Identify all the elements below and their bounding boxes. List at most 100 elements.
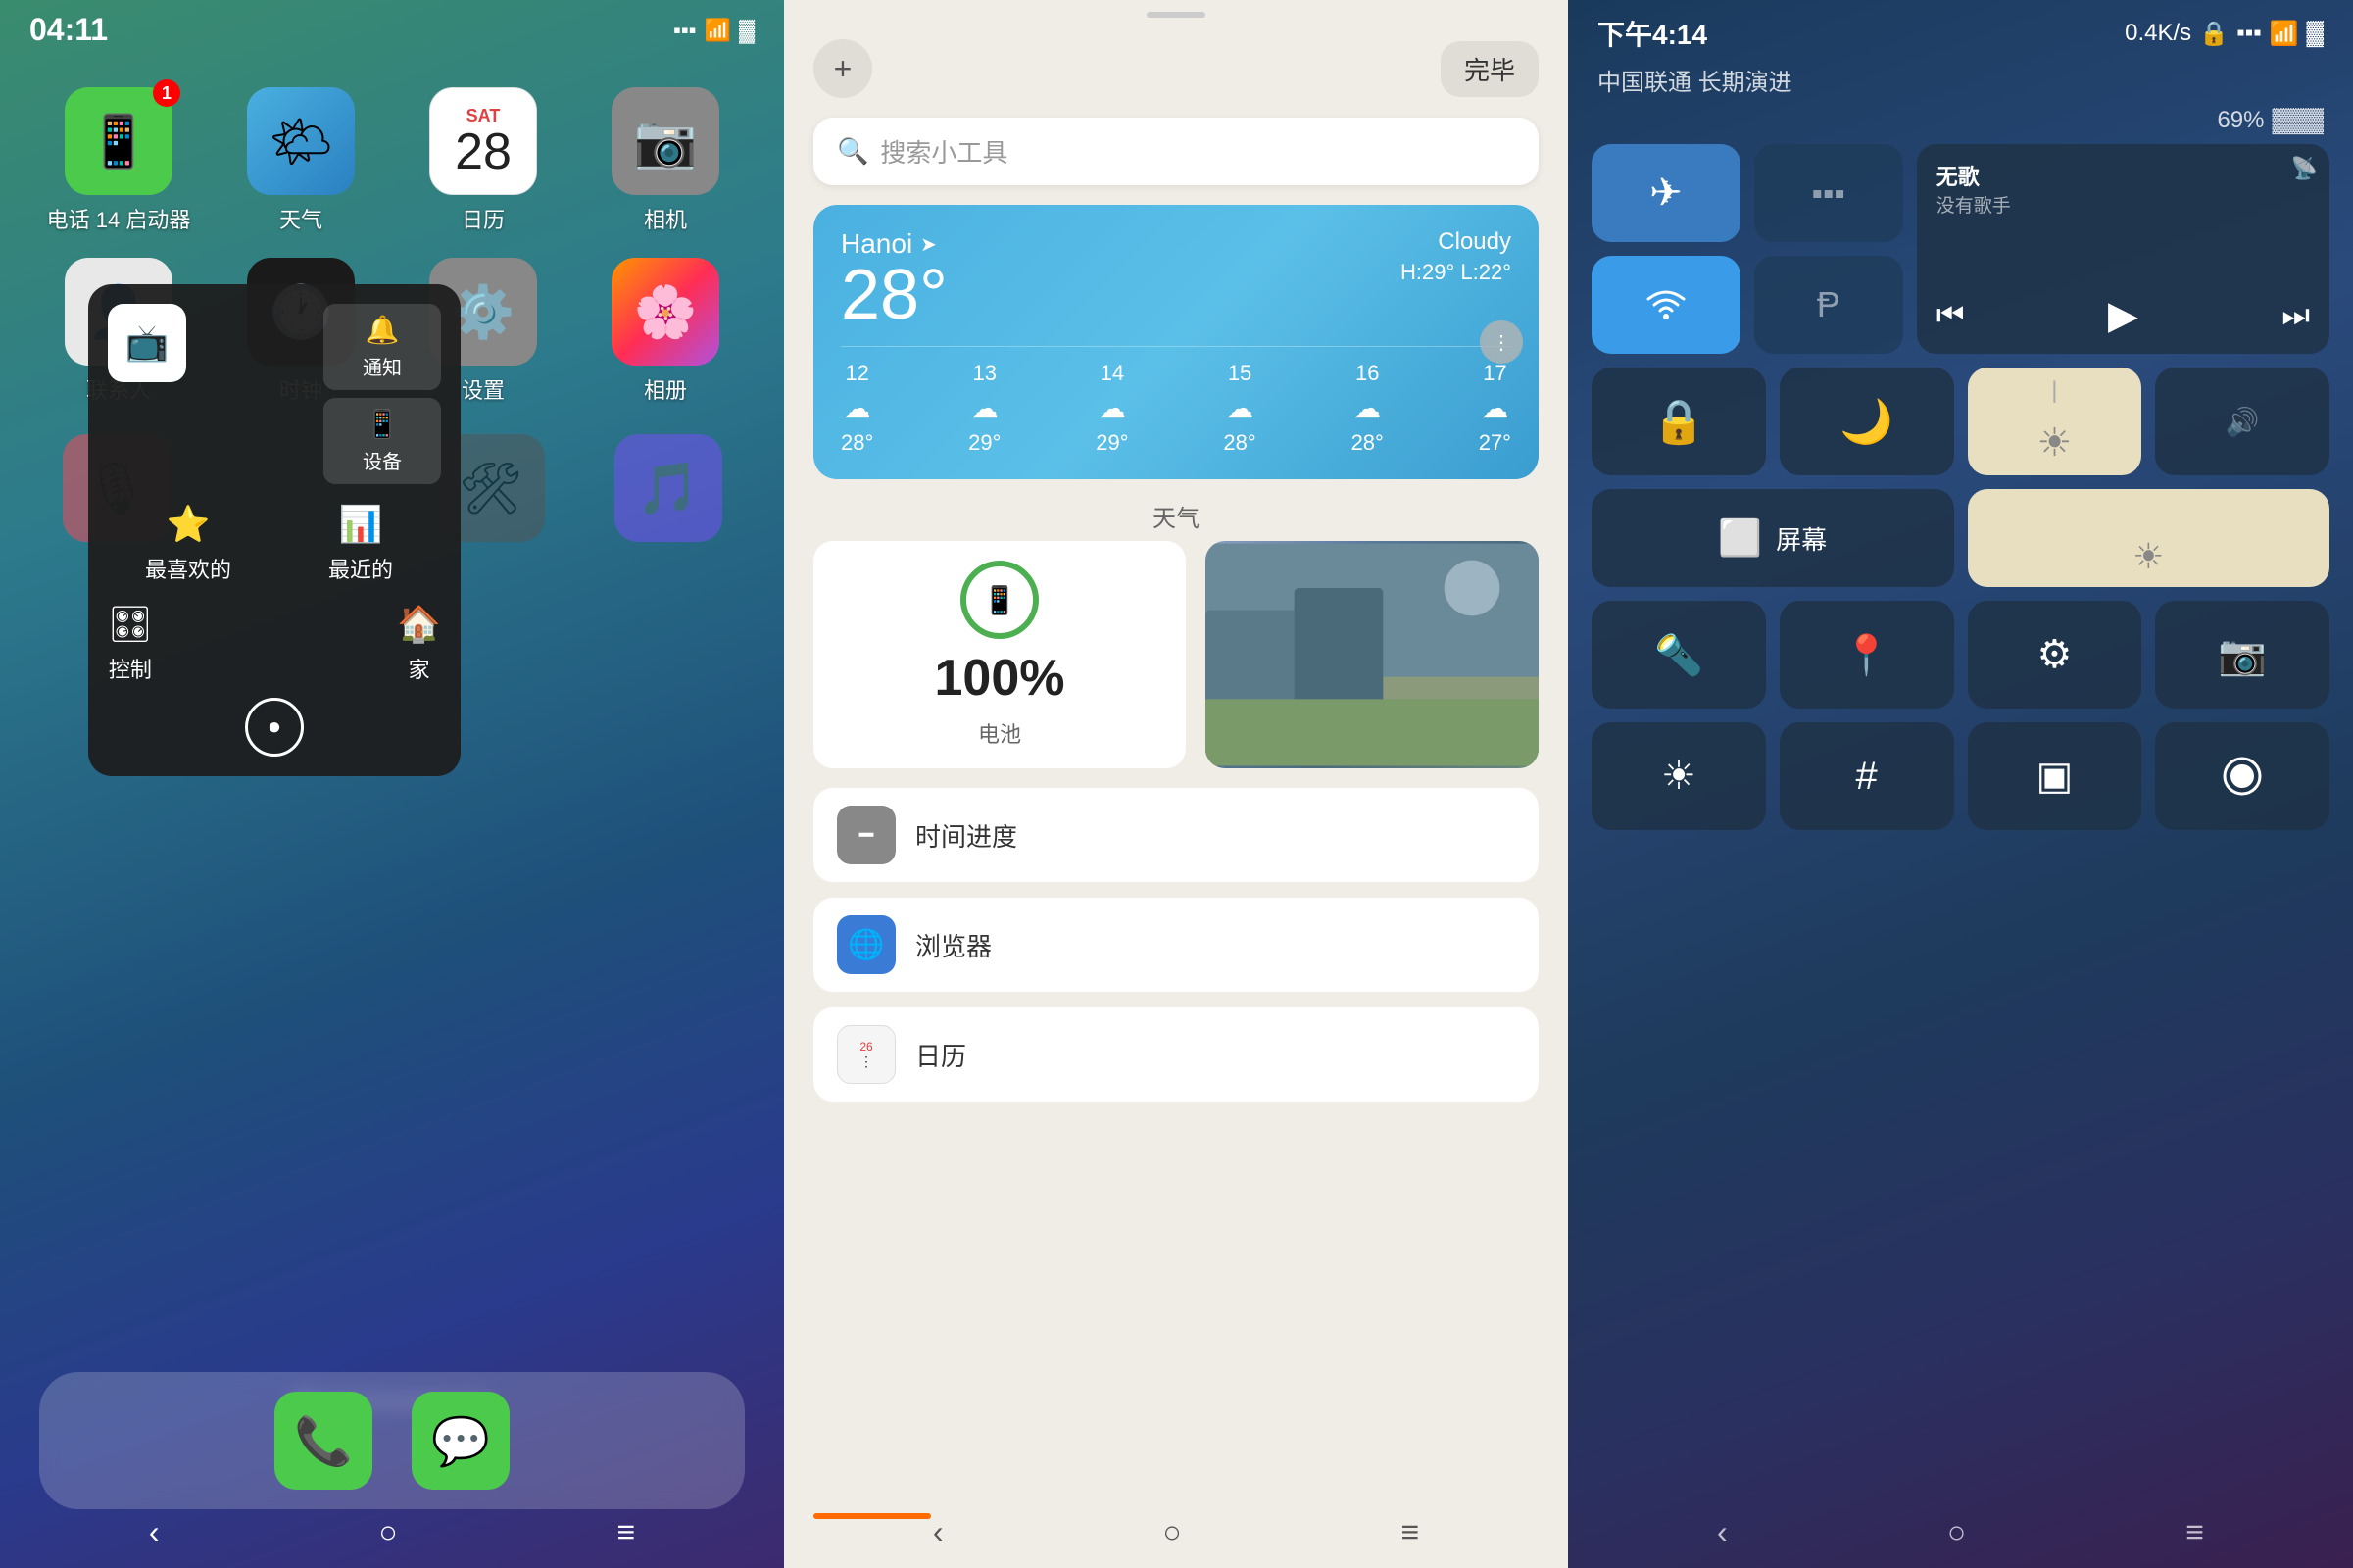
search-bar[interactable]: 🔍 搜索小工具 — [813, 118, 1539, 185]
recent-item[interactable]: 📊 最近的 — [280, 504, 441, 584]
calendar-widget: 26 ⋮ 日历 — [813, 1007, 1539, 1102]
time-progress-label: 时间进度 — [915, 817, 1017, 854]
app-weather[interactable]: 🌤 天气 — [221, 87, 380, 234]
weather-drag-handle[interactable]: ⋮ — [1480, 320, 1523, 364]
home-btn[interactable]: ○ — [378, 1514, 397, 1550]
prev-btn[interactable]: ⏮ — [1936, 297, 1965, 334]
app-camera[interactable]: 📷 相机 — [586, 87, 745, 234]
weather-section-label: 天气 — [813, 499, 1539, 533]
wifi-btn[interactable] — [1592, 256, 1740, 354]
next-btn[interactable]: ⏭ — [2281, 297, 2310, 334]
volume-control[interactable]: 🔊 — [2155, 368, 2329, 475]
widget-top-bar: + 完毕 — [784, 20, 1568, 118]
add-widget-btn[interactable]: + — [813, 39, 872, 98]
p2-home-btn[interactable]: ○ — [1162, 1514, 1181, 1550]
menu-btn[interactable]: ≡ — [616, 1514, 635, 1550]
flashlight-icon: 🔦 — [1654, 632, 1703, 678]
app-phone[interactable]: 📱 1 电话 14 启动器 — [39, 87, 198, 234]
bluetooth-btn[interactable]: Ᵽ — [1754, 256, 1903, 354]
music-subtitle: 没有歌手 — [1936, 191, 2310, 218]
context-app-icon: 📺 — [108, 304, 186, 382]
lock-rotation-icon: 🔒 — [1651, 396, 1705, 447]
favorite-item[interactable]: ⭐ 最喜欢的 — [108, 504, 269, 584]
weather-icon[interactable]: 🌤 — [247, 87, 355, 195]
cc-bottom-row2: ☀ # ▣ — [1568, 722, 2353, 830]
app-row3-4[interactable]: 🎵 — [591, 434, 745, 542]
screen-record-btn[interactable]: ▣ — [1968, 722, 2142, 830]
phone-badge: 1 — [153, 79, 180, 107]
music-box: 📡 无歌 没有歌手 ⏮ ▶ ⏭ — [1917, 144, 2329, 354]
control-label: 控制 — [109, 653, 152, 684]
control-item[interactable]: 🎛 控制 — [108, 604, 153, 684]
p3-menu-btn[interactable]: ≡ — [2185, 1514, 2204, 1550]
weather-condition: Cloudy — [1400, 228, 1511, 256]
location-btn[interactable]: 📍 — [1780, 601, 1954, 709]
calendar-icon[interactable]: SAT 28 — [429, 87, 537, 195]
dock-messages[interactable]: 💬 — [412, 1392, 510, 1490]
lock-rotation-btn[interactable]: 🔒 — [1592, 368, 1766, 475]
cc-network-group: ✈ ▪▪▪ Ᵽ — [1592, 144, 1903, 354]
calculator-btn[interactable]: # — [1780, 722, 1954, 830]
airplane-btn[interactable]: ✈ — [1592, 144, 1740, 242]
notification-btn[interactable]: 🔔 通知 — [323, 304, 441, 390]
brightness-slider[interactable]: | ☀ — [1968, 368, 2142, 475]
airplay-btn[interactable]: 📡 — [2291, 156, 2318, 181]
control-icon: 🎛 — [108, 604, 153, 645]
record-icon — [2221, 755, 2264, 798]
recent-label: 最近的 — [328, 553, 393, 584]
p3-home-btn[interactable]: ○ — [1947, 1514, 1966, 1550]
weather-forecast: 12☁28° 13☁29° 14☁29° 15☁28° 16☁28° 17☁27… — [841, 346, 1511, 456]
p3-lock-icon: 🔒 — [2199, 20, 2229, 48]
p2-menu-btn[interactable]: ≡ — [1400, 1514, 1419, 1550]
cellular-btn[interactable]: ▪▪▪ — [1754, 144, 1903, 242]
flashlight-btn[interactable]: 🔦 — [1592, 601, 1766, 709]
search-icon: 🔍 — [837, 136, 868, 167]
mirror-label: 屏幕 — [1776, 520, 1827, 557]
p3-signal-icon: ▪▪▪ — [2236, 20, 2262, 47]
small-widget-row: 📱 100% 电池 相片 — [813, 541, 1539, 768]
play-btn[interactable]: ▶ — [2108, 293, 2138, 338]
dock-phone[interactable]: 📞 — [274, 1392, 372, 1490]
battery-label: 电池 — [978, 717, 1021, 749]
gear-btn[interactable]: ⚙ — [1968, 601, 2142, 709]
forecast-15: 15☁28° — [1223, 361, 1255, 456]
p3-back-btn[interactable]: ‹ — [1717, 1514, 1728, 1550]
status-bar-panel3: 下午4:14 0.4K/s 🔒 ▪▪▪ 📶 ▓ — [1568, 0, 2353, 53]
forecast-17: 17☁27° — [1479, 361, 1511, 456]
camera-icon[interactable]: 📷 — [612, 87, 719, 195]
home-circle-btn[interactable]: ● — [245, 698, 304, 757]
camera-btn[interactable]: 📷 — [2155, 601, 2329, 709]
back-btn[interactable]: ‹ — [149, 1514, 160, 1550]
wifi-icon: 📶 — [705, 18, 731, 43]
signal-icon: ▪▪▪ — [673, 18, 696, 43]
time-progress-widget: ━ 时间进度 — [813, 788, 1539, 882]
home-item[interactable]: 🏠 家 — [397, 604, 441, 684]
volume-icon: 🔊 — [2226, 406, 2260, 438]
recent-icon: 📊 — [339, 504, 383, 545]
dock: 📞 💬 — [39, 1372, 745, 1509]
record-btn[interactable] — [2155, 722, 2329, 830]
battery-ring: 📱 — [960, 561, 1039, 639]
screen-mirror-btn[interactable]: ⬜ 屏幕 — [1592, 489, 1954, 587]
cal-day: 28 — [455, 126, 512, 177]
done-btn[interactable]: 完毕 — [1441, 41, 1539, 97]
nav-bar-panel2: ‹ ○ ≡ — [784, 1506, 1568, 1558]
photos-icon[interactable]: 🌸 — [612, 258, 719, 366]
do-not-disturb-btn[interactable]: 🌙 — [1780, 368, 1954, 475]
battery-percent: 100% — [935, 649, 1065, 708]
brightness-btn[interactable]: ☀ — [1592, 722, 1766, 830]
device-btn[interactable]: 📱 设备 — [323, 398, 441, 484]
brightness-slider2[interactable]: ☀ — [1968, 489, 2330, 587]
status-bar-panel1: 04:11 ▪▪▪ 📶 ▓ — [0, 0, 784, 48]
home-screen-panel: 04:11 ▪▪▪ 📶 ▓ 📱 1 电话 14 启动器 🌤 天气 — [0, 0, 784, 1568]
phone-icon[interactable]: 📱 1 — [65, 87, 172, 195]
device-icon: 📱 — [366, 408, 400, 440]
app-photos[interactable]: 🌸 相册 — [586, 258, 745, 405]
music-title: 无歌 — [1936, 160, 2310, 191]
forecast-13: 13☁29° — [968, 361, 1001, 456]
device-label: 设备 — [363, 446, 402, 474]
p2-back-btn[interactable]: ‹ — [933, 1514, 944, 1550]
cc-bottom-row1: 🔦 📍 ⚙ 📷 — [1568, 601, 2353, 709]
star-icon: ⭐ — [167, 504, 211, 545]
app-calendar[interactable]: SAT 28 日历 — [404, 87, 563, 234]
